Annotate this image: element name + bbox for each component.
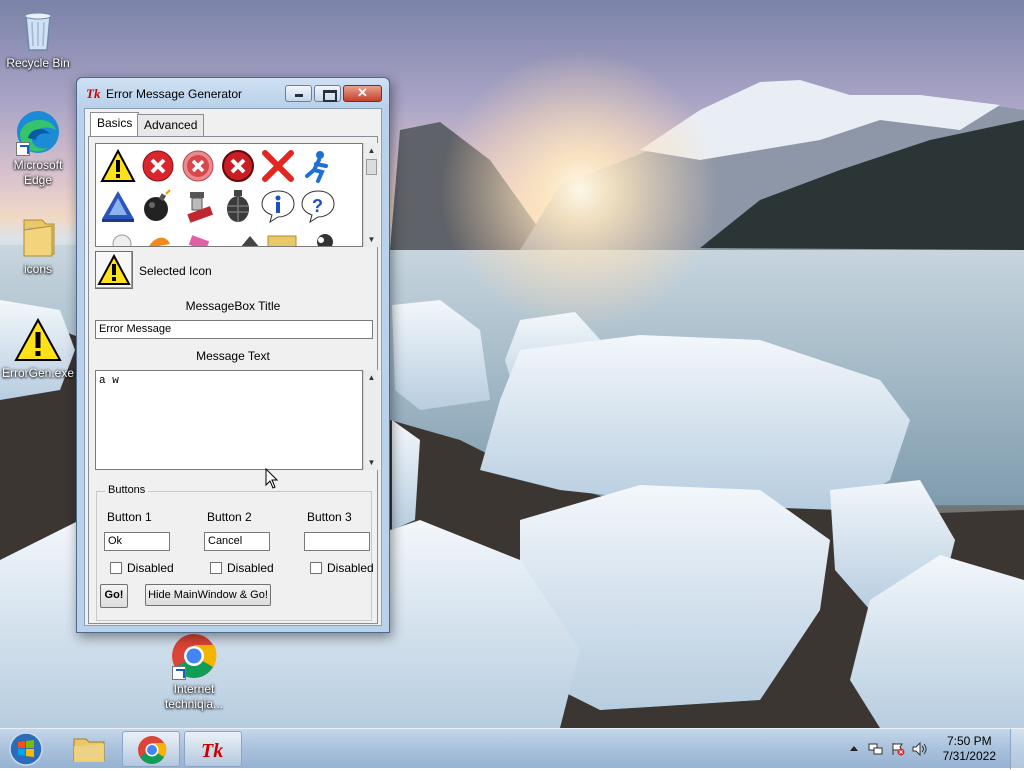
desktop-icon-icons-folder[interactable]: icons (0, 212, 76, 277)
desktop-icon-chrome-shortcut[interactable]: Internet techniqia... (156, 632, 232, 712)
button2-disabled-label: Disabled (227, 561, 274, 575)
error-message-generator-window: Tk Error Message Generator Basics Advanc… (76, 77, 390, 633)
mouse-cursor-icon (265, 468, 279, 489)
desktop-icon-label: icons (23, 262, 52, 276)
go-button[interactable]: Go! (100, 584, 128, 608)
red-x-icon[interactable] (260, 148, 296, 184)
start-button[interactable] (4, 731, 48, 767)
scroll-up-icon[interactable]: ▲ (364, 370, 379, 385)
show-desktop-button[interactable] (1010, 729, 1024, 769)
taskbar-chrome[interactable] (122, 731, 180, 767)
scroll-thumb[interactable] (366, 159, 377, 175)
tab-basics[interactable]: Basics (90, 112, 140, 136)
button1-disabled-label: Disabled (127, 561, 174, 575)
messagebox-title-label: MessageBox Title (185, 299, 281, 313)
error-red-circle-icon[interactable] (140, 148, 176, 184)
shortcut-arrow-icon (172, 666, 186, 680)
window-titlebar[interactable]: Tk Error Message Generator (77, 78, 389, 108)
tk-app-icon: Tk (86, 86, 101, 101)
error-dark-circle-icon[interactable] (220, 148, 256, 184)
edge-icon (14, 108, 62, 156)
maximize-button[interactable] (314, 85, 341, 102)
clock-date: 7/31/2022 (942, 749, 996, 763)
buttons-groupbox: Buttons Button 1 Button 2 Button 3 Ok Ca… (96, 484, 374, 621)
selected-icon-button[interactable] (95, 251, 133, 289)
desktop-icon-label: Microsoft Edge (13, 158, 63, 187)
message-text-scrollbar[interactable]: ▲ ▼ (363, 370, 379, 470)
svg-text:?: ? (312, 196, 323, 216)
selected-icon-label: Selected Icon (139, 264, 212, 278)
button3-disabled-label: Disabled (327, 561, 374, 575)
minimize-button[interactable] (285, 85, 312, 102)
buttons-group-title: Buttons (105, 484, 149, 496)
recycle-bin-icon (14, 6, 62, 54)
button2-label: Button 2 (207, 510, 252, 524)
network-icon[interactable] (868, 742, 884, 756)
clock[interactable]: 7:50 PM 7/31/2022 (943, 734, 996, 764)
button3-text-field[interactable] (304, 532, 370, 551)
shortcut-arrow-icon (16, 142, 30, 156)
scroll-up-icon[interactable]: ▲ (364, 143, 379, 158)
window-title: Error Message Generator (106, 87, 243, 101)
basics-panel: ? ▲ ▼ Selected Icon MessageBox Title Err… (88, 136, 379, 624)
button2-text-field[interactable]: Cancel (204, 532, 270, 551)
triangle-a-icon[interactable] (100, 188, 136, 224)
taskbar-tk-app[interactable]: Tk (184, 731, 242, 767)
hide-mainwindow-go-button[interactable]: Hide MainWindow & Go! (145, 584, 271, 606)
icon-gallery-scrollbar[interactable]: ▲ ▼ (363, 143, 379, 247)
taskbar-file-explorer[interactable] (60, 731, 118, 767)
action-center-flag-icon[interactable] (890, 742, 906, 756)
show-hidden-icons-chevron-icon[interactable] (846, 742, 862, 756)
warning-icon (14, 316, 62, 364)
button1-disabled-checkbox[interactable] (110, 562, 122, 574)
partial-icon-row (100, 228, 360, 246)
tk-app-icon: Tk (201, 740, 223, 762)
button2-disabled-checkbox[interactable] (210, 562, 222, 574)
taskbar: Tk 7:50 PM 7/31/2022 (0, 728, 1024, 769)
svg-text:Tk: Tk (201, 740, 223, 762)
volume-icon[interactable] (912, 742, 928, 756)
tab-advanced[interactable]: Advanced (137, 114, 205, 136)
running-man-icon[interactable] (300, 148, 336, 184)
button3-disabled-checkbox[interactable] (310, 562, 322, 574)
fire-extinguisher-icon[interactable] (180, 188, 216, 224)
icon-gallery[interactable]: ? (95, 143, 363, 247)
close-button[interactable] (343, 85, 382, 102)
desktop-icon-label: Internet techniqia... (164, 682, 224, 711)
system-tray: 7:50 PM 7/31/2022 (834, 729, 1024, 769)
scroll-down-icon[interactable]: ▼ (364, 232, 379, 247)
button3-label: Button 3 (307, 510, 352, 524)
folder-icon (14, 212, 62, 260)
desktop-icon-microsoft-edge[interactable]: Microsoft Edge (0, 108, 76, 188)
desktop-icon-recycle-bin[interactable]: Recycle Bin (0, 6, 76, 71)
button1-text-field[interactable]: Ok (104, 532, 170, 551)
clock-time: 7:50 PM (946, 734, 992, 748)
messagebox-title-field[interactable]: Error Message (95, 320, 373, 339)
warning-icon (97, 253, 131, 285)
message-text-label: Message Text (196, 349, 270, 363)
question-icon[interactable]: ? (300, 188, 336, 224)
window-client-area: Basics Advanced ? ▲ ▼ Selected Icon Mess… (84, 108, 382, 626)
desktop-icon-label: ErrorGen.exe (1, 366, 75, 380)
grenade-icon[interactable] (220, 188, 256, 224)
bomb-icon[interactable] (140, 188, 176, 224)
file-explorer-icon (73, 738, 105, 762)
error-faded-circle-icon[interactable] (180, 148, 216, 184)
desktop-icon-errorgen[interactable]: ErrorGen.exe (0, 316, 76, 381)
chrome-icon (138, 736, 167, 764)
info-icon[interactable] (260, 188, 296, 224)
desktop-icon-label: Recycle Bin (6, 56, 70, 70)
warning-icon[interactable] (100, 148, 136, 184)
windows-logo-icon (9, 732, 43, 766)
message-text-area[interactable]: a w (95, 370, 363, 470)
scroll-down-icon[interactable]: ▼ (364, 455, 379, 470)
button1-label: Button 1 (107, 510, 152, 524)
chrome-icon (170, 632, 218, 680)
